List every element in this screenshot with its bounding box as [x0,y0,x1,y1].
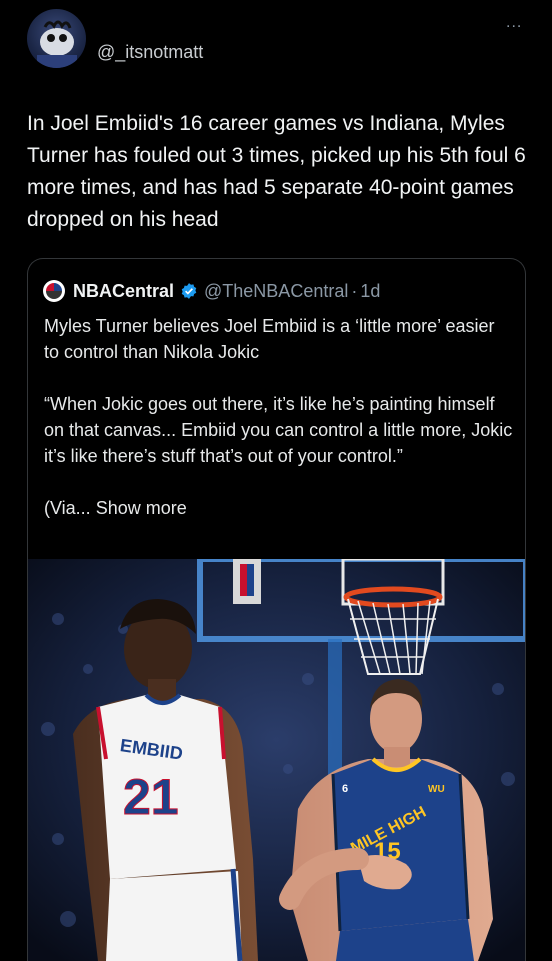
quoted-tweet[interactable]: NBACentral @TheNBACentral · 1d Myles Tur… [27,258,526,961]
verified-badge-icon [181,283,197,299]
quoted-paragraph-2: “When Jokic goes out there, it’s like he… [44,394,513,466]
avatar[interactable] [27,9,86,68]
via-text: (Via... [44,498,91,518]
nbacentral-avatar[interactable] [43,280,65,302]
more-options-icon[interactable]: ... [506,14,522,32]
nba-logo-icon [44,281,64,301]
right-jersey-small-number: 6 [342,783,348,795]
show-more-link[interactable]: Show more [96,498,187,518]
quoted-paragraph-3: (Via... Show more [44,495,514,521]
quoted-timestamp[interactable]: 1d [360,281,380,302]
quoted-display-name[interactable]: NBACentral [73,281,174,302]
tweet-photo[interactable]: EMBIID 21 6 WU MILE HIGH 15 [28,559,525,961]
quoted-tweet-header: NBACentral @TheNBACentral · 1d [43,279,380,303]
right-jersey-sponsor: WU [428,784,445,795]
left-jersey-number: 21 [123,769,179,825]
quoted-username[interactable]: @TheNBACentral [204,281,348,302]
header-separator: · [351,280,358,301]
tweet-text: In Joel Embiid's 16 career games vs Indi… [27,112,526,231]
quoted-tweet-text: Myles Turner believes Joel Embiid is a ‘… [44,313,514,521]
quoted-paragraph-1: Myles Turner believes Joel Embiid is a ‘… [44,316,495,362]
avatar-image [37,20,77,68]
user-handle[interactable]: @_itsnotmatt [97,42,203,63]
